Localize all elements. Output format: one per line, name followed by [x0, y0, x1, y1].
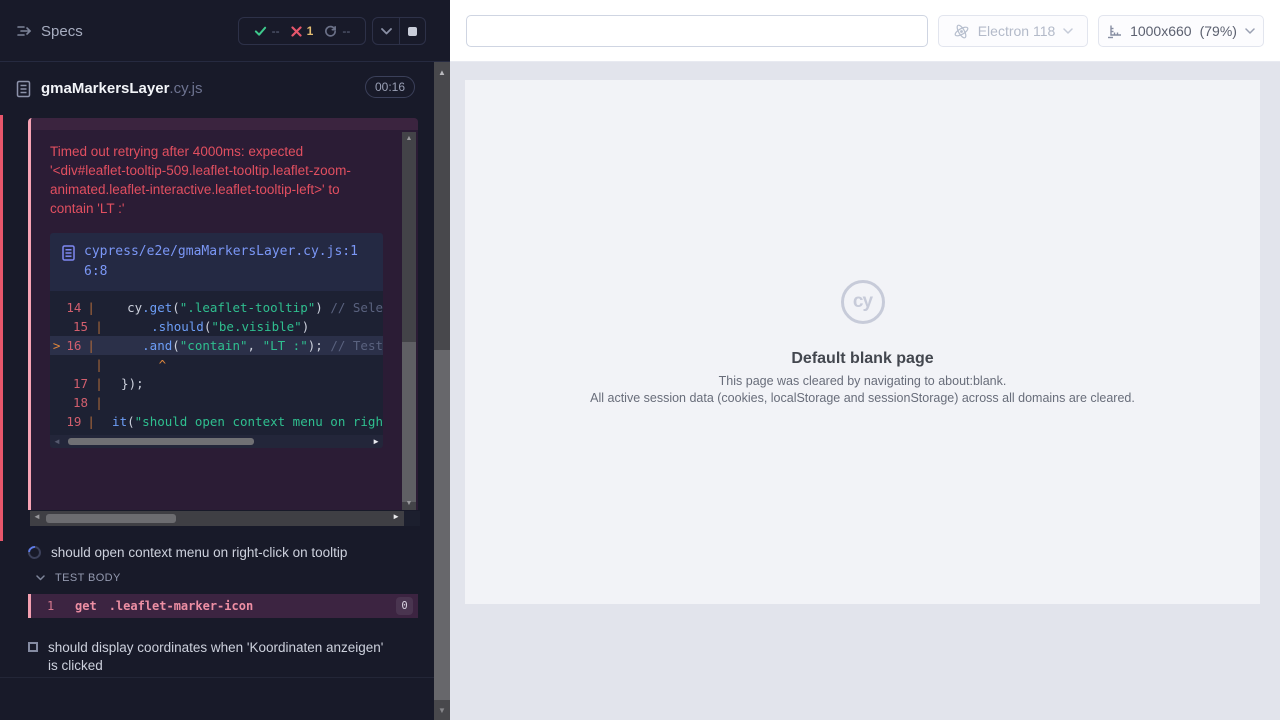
code-line: 14| cy.get(".leaflet-tooltip") // Sele	[50, 298, 383, 317]
chevron-down-icon	[1245, 28, 1255, 34]
reporter-horizontal-scrollbar[interactable]	[30, 511, 420, 526]
scroll-up-icon[interactable]	[434, 68, 450, 77]
command-log-row[interactable]: 1 get .leaflet-marker-icon 0	[28, 594, 418, 618]
code-line: 17| });	[50, 374, 383, 393]
viewport-scale: (79%)	[1200, 23, 1237, 39]
code-line: >16| .and("contain", "LT :"); // Test	[50, 336, 383, 355]
command-method: get	[75, 599, 97, 613]
code-frame-file-path: cypress/e2e/gmaMarkersLayer.cy.js:16:8	[84, 242, 371, 282]
viewport-selector-button[interactable]: 1000x660 (79%)	[1098, 15, 1264, 47]
code-line: 18|	[50, 393, 383, 412]
error-code-frame: cypress/e2e/gmaMarkersLayer.cy.js:16:8 1…	[50, 233, 383, 448]
pending-test-icon	[28, 642, 38, 652]
stat-failed: 1	[291, 24, 314, 38]
reporter-vertical-scrollbar[interactable]	[434, 62, 450, 720]
scroll-up-icon[interactable]	[402, 135, 416, 142]
aut-iframe: cy Default blank page This page was clea…	[465, 80, 1260, 604]
passed-count: --	[272, 24, 280, 38]
x-icon	[291, 26, 302, 37]
blank-page-message: cy Default blank page This page was clea…	[465, 280, 1260, 405]
code-hscroll-thumb[interactable]	[68, 438, 254, 445]
code-line: 15| .should("be.visible")	[50, 317, 383, 336]
pending-test-title: should display coordinates when 'Koordin…	[48, 639, 393, 675]
browser-label: Electron 118	[978, 23, 1056, 39]
check-icon	[254, 25, 267, 37]
specs-menu-icon	[16, 23, 32, 39]
stat-restarted: --	[324, 24, 350, 38]
code-horizontal-scrollbar[interactable]	[50, 435, 383, 448]
command-message: .leaflet-marker-icon	[109, 599, 254, 613]
url-input[interactable]	[466, 15, 928, 47]
restart-icon	[324, 25, 337, 38]
scroll-left-icon[interactable]	[53, 435, 61, 448]
runner-header: Electron 118 1000x660 (79%)	[450, 0, 1280, 62]
reporter-hscroll-thumb[interactable]	[46, 514, 176, 523]
code-lines: 14| cy.get(".leaflet-tooltip") // Sele 1…	[50, 291, 383, 435]
scroll-right-icon[interactable]	[372, 435, 380, 448]
blank-page-line2: All active session data (cookies, localS…	[465, 391, 1260, 405]
spec-timer-badge: 00:16	[365, 76, 415, 98]
reporter-vscroll-thumb[interactable]	[434, 350, 450, 700]
stat-passed: --	[254, 24, 280, 38]
running-test-title: should open context menu on right-click …	[51, 545, 347, 560]
spec-file-row[interactable]: gmaMarkersLayer.cy.js 00:16	[0, 62, 450, 115]
browser-selector-button[interactable]: Electron 118	[938, 15, 1088, 47]
test-error-region: Timed out retrying after 4000ms: expecte…	[28, 118, 418, 510]
ruler-icon	[1107, 24, 1122, 39]
reporter-divider	[0, 677, 434, 678]
scroll-down-icon[interactable]	[434, 706, 450, 715]
spec-file-icon	[16, 80, 31, 98]
restarted-count: --	[342, 24, 350, 38]
collapse-all-button[interactable]	[373, 18, 399, 44]
scrollbar-corner	[404, 511, 420, 526]
cypress-logo-text: cy	[853, 291, 872, 313]
chevron-down-icon	[381, 28, 392, 35]
blank-page-line1: This page was cleared by navigating to a…	[465, 374, 1260, 388]
code-line: | ^	[50, 355, 383, 374]
running-test-row[interactable]: should open context menu on right-click …	[28, 545, 347, 560]
command-count-badge: 0	[396, 597, 413, 615]
code-frame-file-link[interactable]: cypress/e2e/gmaMarkersLayer.cy.js:16:8	[50, 233, 383, 291]
scroll-left-icon[interactable]	[33, 512, 41, 521]
specs-title: Specs	[41, 23, 83, 40]
code-line: 19| it("should open context menu on righ	[50, 412, 383, 431]
reporter-header: Specs -- 1	[0, 0, 450, 62]
stop-run-button[interactable]	[399, 18, 425, 44]
reporter-panel: Specs -- 1	[0, 0, 450, 720]
specs-list-toggle[interactable]: Specs	[16, 21, 62, 41]
blank-page-title: Default blank page	[465, 350, 1260, 368]
cypress-app: Specs -- 1	[0, 0, 1280, 720]
runner-panel: Electron 118 1000x660 (79%)	[450, 0, 1280, 720]
electron-icon	[953, 23, 970, 40]
error-vertical-scrollbar[interactable]	[402, 132, 416, 510]
pending-test-row[interactable]: should display coordinates when 'Koordin…	[28, 639, 393, 675]
spec-file-name: gmaMarkersLayer	[41, 80, 169, 97]
cypress-logo-icon: cy	[841, 280, 885, 324]
failed-count: 1	[307, 24, 314, 38]
error-vscroll-thumb[interactable]	[402, 342, 416, 502]
code-file-icon	[62, 245, 75, 261]
spec-file-extension: .cy.js	[169, 80, 202, 97]
test-stats: -- 1 --	[238, 17, 366, 45]
stop-icon	[408, 27, 417, 36]
viewport-size: 1000x660	[1130, 23, 1192, 39]
command-number: 1	[47, 599, 65, 613]
chevron-down-icon	[1063, 28, 1073, 34]
test-body-section[interactable]: TEST BODY	[36, 572, 121, 584]
run-controls	[372, 17, 426, 45]
failed-test-edge	[0, 115, 3, 541]
error-message: Timed out retrying after 4000ms: expecte…	[50, 142, 378, 218]
scroll-down-icon[interactable]	[402, 500, 416, 507]
chevron-down-icon	[36, 575, 45, 581]
scroll-right-icon[interactable]	[392, 512, 400, 521]
runner-stage: cy Default blank page This page was clea…	[450, 62, 1280, 720]
running-spinner-icon	[25, 543, 43, 561]
attempt-header-band	[31, 118, 418, 130]
test-body-label: TEST BODY	[55, 572, 121, 584]
